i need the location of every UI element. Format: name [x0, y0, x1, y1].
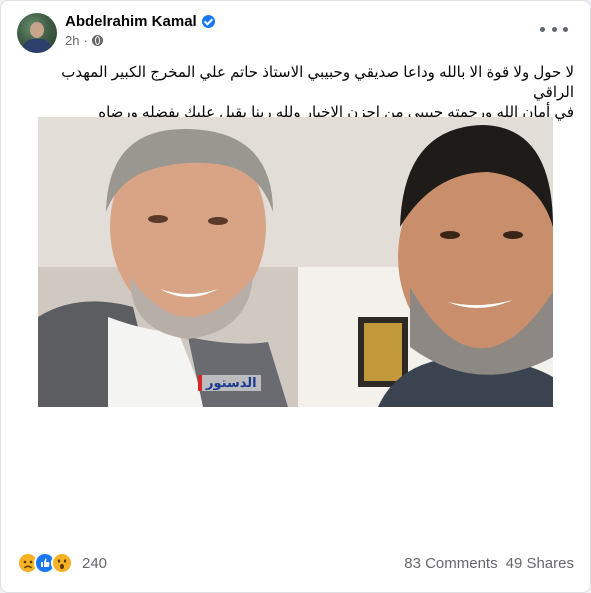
post-header: Abdelrahim Kamal 2h · — [17, 11, 574, 55]
avatar-face — [30, 22, 44, 38]
engagement-bar: 240 83 Comments 49 Shares — [17, 552, 574, 574]
more-horizontal-icon — [563, 26, 568, 32]
photo-left-eye — [208, 217, 228, 225]
post-meta: 2h · — [65, 33, 103, 48]
post-card: Abdelrahim Kamal 2h · لا حول ولا قوة الا… — [0, 0, 591, 593]
photo-watermark: الدستور — [198, 375, 261, 391]
post-message: لا حول ولا قوة الا بالله وداعا صديقي وحب… — [17, 63, 574, 123]
verified-badge-icon — [201, 15, 215, 28]
wow-reaction-icon — [51, 552, 73, 574]
globe-icon[interactable] — [91, 35, 103, 46]
author-line: Abdelrahim Kamal — [65, 13, 215, 30]
photo-illustration — [38, 117, 553, 407]
reaction-icons — [17, 552, 73, 574]
more-horizontal-icon — [551, 26, 557, 32]
author-name[interactable]: Abdelrahim Kamal — [65, 13, 197, 30]
reactions-summary[interactable]: 240 — [17, 552, 107, 574]
meta-separator: · — [83, 33, 88, 48]
post-message-line-1: لا حول ولا قوة الا بالله وداعا صديقي وحب… — [61, 64, 574, 101]
more-options-button[interactable] — [540, 19, 568, 39]
shares-count[interactable]: 49 Shares — [506, 555, 574, 572]
post-photo[interactable]: الدستور — [38, 117, 553, 407]
photo-left-eye — [148, 215, 168, 223]
post-time[interactable]: 2h — [65, 33, 79, 48]
avatar[interactable] — [17, 13, 57, 53]
reaction-count[interactable]: 240 — [82, 555, 107, 572]
photo-right-eye — [440, 231, 460, 239]
more-horizontal-icon — [540, 26, 545, 32]
avatar-shirt — [23, 39, 51, 53]
photo-frame-art — [364, 323, 402, 381]
comments-count[interactable]: 83 Comments — [404, 555, 497, 572]
photo-right-eye — [503, 231, 523, 239]
engagement-counts: 83 Comments 49 Shares — [404, 555, 574, 572]
